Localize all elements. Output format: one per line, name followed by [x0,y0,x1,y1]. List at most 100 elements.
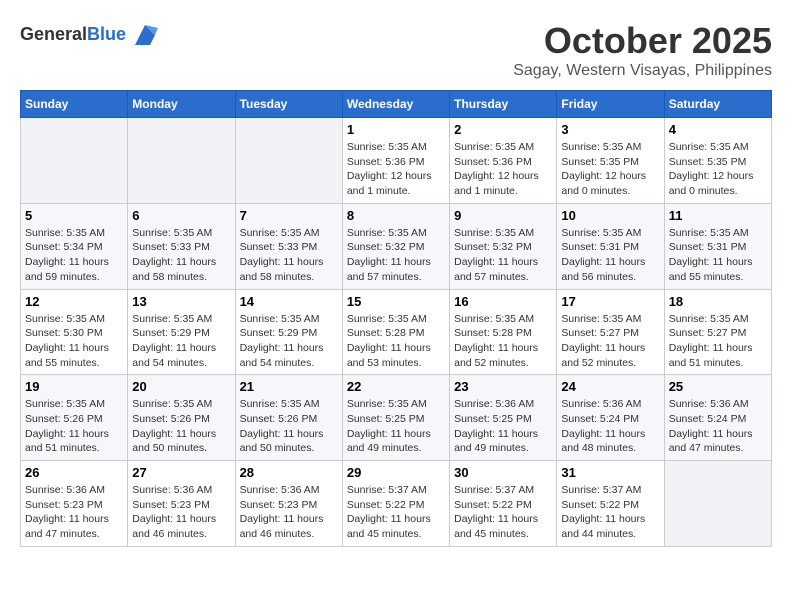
calendar-cell: 31 Sunrise: 5:37 AMSunset: 5:22 PMDayligh… [557,461,664,547]
day-number: 15 [347,294,445,309]
calendar-cell: 28 Sunrise: 5:36 AMSunset: 5:23 PMDayligh… [235,461,342,547]
calendar-cell: 2 Sunrise: 5:35 AMSunset: 5:36 PMDaylight… [450,118,557,204]
calendar-cell [235,118,342,204]
calendar-week-4: 19 Sunrise: 5:35 AMSunset: 5:26 PMDayligh… [21,375,772,461]
day-number: 6 [132,208,230,223]
calendar-cell: 26Sunrise: 5:36 AMSunset: 5:23 PMDayligh… [21,461,128,547]
day-number: 16 [454,294,552,309]
day-info: Sunrise: 5:35 AMSunset: 5:32 PMDaylight:… [347,226,445,285]
day-number: 23 [454,379,552,394]
calendar-cell: 10 Sunrise: 5:35 AMSunset: 5:31 PMDayligh… [557,203,664,289]
calendar-cell: 4 Sunrise: 5:35 AMSunset: 5:35 PMDaylight… [664,118,771,204]
day-number: 2 [454,122,552,137]
day-number: 26 [25,465,123,480]
day-number: 9 [454,208,552,223]
header-monday: Monday [128,91,235,118]
calendar-cell: 22Sunrise: 5:35 AMSunset: 5:25 PMDayligh… [342,375,449,461]
day-info: Sunrise: 5:36 AMSunset: 5:24 PMDaylight:… [669,397,767,456]
calendar-cell: 6 Sunrise: 5:35 AMSunset: 5:33 PMDaylight… [128,203,235,289]
day-info: Sunrise: 5:35 AMSunset: 5:27 PMDaylight:… [669,312,767,371]
header-tuesday: Tuesday [235,91,342,118]
calendar-cell [664,461,771,547]
calendar-cell: 29 Sunrise: 5:37 AMSunset: 5:22 PMDayligh… [342,461,449,547]
day-info: Sunrise: 5:35 AMSunset: 5:32 PMDaylight:… [454,226,552,285]
calendar-cell: 24Sunrise: 5:36 AMSunset: 5:24 PMDayligh… [557,375,664,461]
day-info: Sunrise: 5:36 AMSunset: 5:23 PMDaylight:… [132,483,230,542]
calendar-cell: 5 Sunrise: 5:35 AMSunset: 5:34 PMDaylight… [21,203,128,289]
calendar-cell: 19 Sunrise: 5:35 AMSunset: 5:26 PMDayligh… [21,375,128,461]
calendar-table: SundayMondayTuesdayWednesdayThursdayFrid… [20,90,772,547]
calendar-header-row: SundayMondayTuesdayWednesdayThursdayFrid… [21,91,772,118]
calendar-week-2: 5 Sunrise: 5:35 AMSunset: 5:34 PMDaylight… [21,203,772,289]
day-info: Sunrise: 5:37 AMSunset: 5:22 PMDaylight:… [347,483,445,542]
day-number: 18 [669,294,767,309]
day-number: 27 [132,465,230,480]
day-info: Sunrise: 5:37 AMSunset: 5:22 PMDaylight:… [561,483,659,542]
calendar-cell [21,118,128,204]
day-number: 4 [669,122,767,137]
logo-icon [130,20,160,50]
page-header: GeneralBlue October 2025 Sagay, Western … [20,20,772,80]
day-info: Sunrise: 5:35 AMSunset: 5:29 PMDaylight:… [240,312,338,371]
day-number: 31 [561,465,659,480]
title-section: October 2025 Sagay, Western Visayas, Phi… [513,20,772,80]
calendar-cell: 7Sunrise: 5:35 AMSunset: 5:33 PMDaylight… [235,203,342,289]
calendar-cell: 3Sunrise: 5:35 AMSunset: 5:35 PMDaylight… [557,118,664,204]
calendar-cell: 18 Sunrise: 5:35 AMSunset: 5:27 PMDayligh… [664,289,771,375]
day-number: 29 [347,465,445,480]
header-wednesday: Wednesday [342,91,449,118]
day-info: Sunrise: 5:35 AMSunset: 5:27 PMDaylight:… [561,312,659,371]
day-info: Sunrise: 5:36 AMSunset: 5:25 PMDaylight:… [454,397,552,456]
day-number: 14 [240,294,338,309]
header-saturday: Saturday [664,91,771,118]
day-number: 28 [240,465,338,480]
day-info: Sunrise: 5:35 AMSunset: 5:36 PMDaylight:… [454,140,552,199]
day-info: Sunrise: 5:35 AMSunset: 5:34 PMDaylight:… [25,226,123,285]
day-number: 10 [561,208,659,223]
day-number: 5 [25,208,123,223]
day-info: Sunrise: 5:35 AMSunset: 5:26 PMDaylight:… [240,397,338,456]
day-number: 13 [132,294,230,309]
day-info: Sunrise: 5:35 AMSunset: 5:36 PMDaylight:… [347,140,445,199]
calendar-cell: 14 Sunrise: 5:35 AMSunset: 5:29 PMDayligh… [235,289,342,375]
day-info: Sunrise: 5:35 AMSunset: 5:26 PMDaylight:… [25,397,123,456]
day-number: 11 [669,208,767,223]
calendar-cell: 12 Sunrise: 5:35 AMSunset: 5:30 PMDayligh… [21,289,128,375]
calendar-cell: 15 Sunrise: 5:35 AMSunset: 5:28 PMDayligh… [342,289,449,375]
day-number: 19 [25,379,123,394]
calendar-cell: 21 Sunrise: 5:35 AMSunset: 5:26 PMDayligh… [235,375,342,461]
day-info: Sunrise: 5:36 AMSunset: 5:23 PMDaylight:… [240,483,338,542]
day-info: Sunrise: 5:35 AMSunset: 5:35 PMDaylight:… [669,140,767,199]
day-info: Sunrise: 5:35 AMSunset: 5:31 PMDaylight:… [561,226,659,285]
day-number: 21 [240,379,338,394]
calendar-cell: 17Sunrise: 5:35 AMSunset: 5:27 PMDayligh… [557,289,664,375]
day-info: Sunrise: 5:35 AMSunset: 5:31 PMDaylight:… [669,226,767,285]
calendar-cell: 23 Sunrise: 5:36 AMSunset: 5:25 PMDayligh… [450,375,557,461]
day-info: Sunrise: 5:35 AMSunset: 5:30 PMDaylight:… [25,312,123,371]
calendar-cell: 11 Sunrise: 5:35 AMSunset: 5:31 PMDayligh… [664,203,771,289]
logo: GeneralBlue [20,20,160,50]
day-number: 1 [347,122,445,137]
day-info: Sunrise: 5:35 AMSunset: 5:26 PMDaylight:… [132,397,230,456]
calendar-week-5: 26 Sunrise: 5:36 AMSunset: 5:23 PMDayligh… [21,461,772,547]
calendar-cell: 9 Sunrise: 5:35 AMSunset: 5:32 PMDaylight… [450,203,557,289]
calendar-cell [128,118,235,204]
day-info: Sunrise: 5:35 AMSunset: 5:33 PMDaylight:… [132,226,230,285]
day-info: Sunrise: 5:35 AMSunset: 5:29 PMDaylight:… [132,312,230,371]
calendar-cell: 27 Sunrise: 5:36 AMSunset: 5:23 PMDayligh… [128,461,235,547]
day-number: 12 [25,294,123,309]
header-sunday: Sunday [21,91,128,118]
day-info: Sunrise: 5:37 AMSunset: 5:22 PMDaylight:… [454,483,552,542]
day-info: Sunrise: 5:35 AMSunset: 5:28 PMDaylight:… [454,312,552,371]
calendar-week-1: 1 Sunrise: 5:35 AMSunset: 5:36 PMDaylight… [21,118,772,204]
calendar-cell: 13 Sunrise: 5:35 AMSunset: 5:29 PMDayligh… [128,289,235,375]
day-number: 24 [561,379,659,394]
day-info: Sunrise: 5:35 AMSunset: 5:35 PMDaylight:… [561,140,659,199]
day-info: Sunrise: 5:35 AMSunset: 5:33 PMDaylight:… [240,226,338,285]
calendar-cell: 1 Sunrise: 5:35 AMSunset: 5:36 PMDaylight… [342,118,449,204]
location-subtitle: Sagay, Western Visayas, Philippines [513,62,772,80]
logo-general-text: General [20,24,87,44]
header-thursday: Thursday [450,91,557,118]
day-info: Sunrise: 5:35 AMSunset: 5:28 PMDaylight:… [347,312,445,371]
day-number: 8 [347,208,445,223]
